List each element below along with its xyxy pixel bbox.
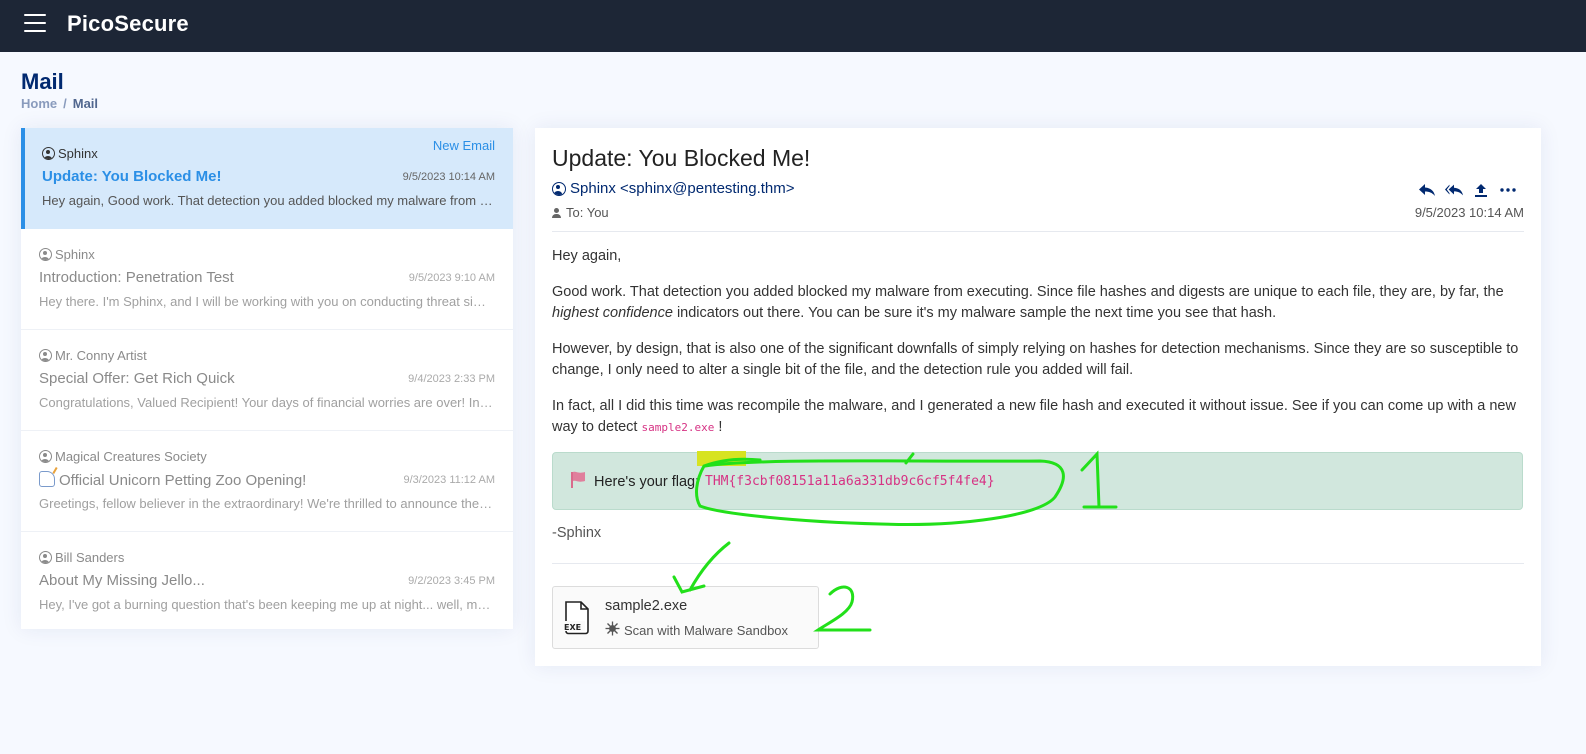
upload-icon[interactable] — [1472, 182, 1490, 198]
mail-sender-name: Bill Sanders — [55, 550, 125, 565]
mail-subject: Introduction: Penetration Test — [39, 269, 234, 286]
reply-icon[interactable] — [1418, 182, 1436, 198]
body-text: Good work. That detection you added bloc… — [552, 284, 1504, 300]
divider — [552, 563, 1524, 564]
flag-label: Here's your flag: — [594, 474, 700, 490]
mail-subject: Official Unicorn Petting Zoo Opening! — [39, 471, 306, 489]
mail-subject: About My Missing Jello... — [39, 572, 205, 589]
mail-preview: Hey, I've got a burning question that's … — [39, 597, 494, 612]
message-subject: Update: You Blocked Me! — [552, 145, 811, 171]
breadcrumb-current: Mail — [72, 96, 99, 111]
mail-list-item[interactable]: Bill Sanders About My Missing Jello... 9… — [21, 532, 513, 629]
user-circle-icon — [39, 450, 52, 463]
more-horizontal-icon[interactable] — [1499, 182, 1517, 198]
mail-list-item[interactable]: Magical Creatures Society Official Unico… — [21, 431, 513, 532]
breadcrumb-home-link[interactable]: Home — [21, 96, 57, 111]
scan-sandbox-link[interactable]: Scan with Malware Sandbox — [605, 621, 788, 639]
mail-preview: Greetings, fellow believer in the extrao… — [39, 496, 494, 511]
scan-sandbox-label: Scan with Malware Sandbox — [624, 622, 789, 638]
mail-sender: Magical Creatures Society — [39, 449, 207, 464]
message-from[interactable]: Sphinx <sphinx@pentesting.thm> — [552, 180, 795, 197]
mail-preview: Hey again, Good work. That detection you… — [42, 193, 497, 208]
message-date: 9/5/2023 10:14 AM — [1414, 205, 1524, 220]
mail-list-item[interactable]: Mr. Conny Artist Special Offer: Get Rich… — [21, 330, 513, 431]
user-circle-icon — [39, 248, 52, 261]
mail-subject: Special Offer: Get Rich Quick — [39, 370, 235, 387]
divider — [552, 231, 1524, 232]
user-circle-icon — [552, 181, 566, 196]
mail-sender: Sphinx — [42, 146, 98, 161]
body-paragraph-2: However, by design, that is also one of … — [552, 341, 1519, 378]
mail-detail: Update: You Blocked Me! Sphinx <sphinx@p… — [535, 128, 1541, 666]
mail-sender-name: Sphinx — [55, 247, 95, 262]
brand-logo[interactable]: PicoSecure — [67, 11, 189, 37]
message-to: To: You — [552, 205, 609, 220]
mail-date: 9/4/2023 2:33 PM — [408, 373, 495, 385]
message-to-text: To: You — [566, 205, 609, 220]
body-paragraph-3: In fact, all I did this time was recompi… — [552, 396, 1527, 438]
body-paragraph-1: Good work. That detection you added bloc… — [552, 282, 1527, 324]
body-text: ! — [714, 419, 723, 435]
mail-date: 9/2/2023 3:45 PM — [408, 575, 495, 587]
exe-file-icon: EXE — [563, 601, 591, 640]
mail-sender-name: Mr. Conny Artist — [55, 348, 147, 363]
page-title: Mail — [21, 69, 64, 94]
flag-alert: Here's your flag: THM{f3cbf08151a11a6a33… — [552, 451, 1523, 510]
message-from-text: Sphinx <sphinx@pentesting.thm> — [570, 180, 795, 197]
mail-date: 9/3/2023 11:12 AM — [403, 474, 495, 486]
mail-date: 9/5/2023 10:14 AM — [402, 171, 495, 183]
mail-list: New Email Sphinx Update: You Blocked Me!… — [21, 128, 513, 629]
highlight-mark — [697, 451, 746, 466]
attachment-card[interactable]: EXE sample2.exe Scan with Malware Sandbo… — [552, 586, 819, 649]
mail-subject: Update: You Blocked Me! — [42, 168, 222, 185]
mail-sender: Sphinx — [39, 247, 95, 262]
body-greeting: Hey again, — [552, 248, 622, 264]
mail-list-item[interactable]: Sphinx Introduction: Penetration Test 9/… — [21, 229, 513, 330]
hamburger-menu-icon[interactable] — [24, 14, 46, 34]
inline-code: sample2.exe — [641, 421, 715, 434]
person-icon — [552, 207, 561, 218]
breadcrumb-separator: / — [63, 96, 67, 111]
user-circle-icon — [42, 147, 55, 160]
mail-sender-name: Sphinx — [58, 146, 98, 161]
reply-all-icon[interactable] — [1445, 182, 1463, 198]
mail-preview: Hey there. I'm Sphinx, and I will be wor… — [39, 294, 494, 309]
message-body: Hey again, Good work. That detection you… — [552, 246, 1527, 453]
top-navbar: PicoSecure — [0, 0, 1586, 52]
attachment-name: sample2.exe — [605, 598, 688, 614]
mail-subject-text: Official Unicorn Petting Zoo Opening! — [59, 472, 307, 489]
body-text: indicators out there. You can be sure it… — [672, 305, 1277, 321]
breadcrumb: Home / Mail — [21, 96, 98, 111]
mail-list-item-active[interactable]: New Email Sphinx Update: You Blocked Me!… — [21, 128, 513, 229]
signature: -Sphinx — [552, 525, 602, 541]
message-actions — [1418, 182, 1517, 198]
mail-preview: Congratulations, Valued Recipient! Your … — [39, 395, 494, 410]
user-circle-icon — [39, 349, 52, 362]
mail-sender-name: Magical Creatures Society — [55, 449, 207, 464]
body-emphasis: highest confidence — [552, 305, 673, 321]
unicorn-icon — [39, 471, 55, 487]
virus-icon — [605, 621, 620, 639]
mail-sender: Bill Sanders — [39, 550, 124, 565]
svg-text:EXE: EXE — [564, 623, 581, 632]
new-email-badge: New Email — [432, 138, 495, 153]
mail-date: 9/5/2023 9:10 AM — [408, 272, 495, 284]
flag-icon — [570, 471, 586, 494]
flag-value[interactable]: THM{f3cbf08151a11a6a331db9c6cf5f4fe4} — [705, 474, 995, 489]
user-circle-icon — [39, 551, 52, 564]
mail-sender: Mr. Conny Artist — [39, 348, 147, 363]
